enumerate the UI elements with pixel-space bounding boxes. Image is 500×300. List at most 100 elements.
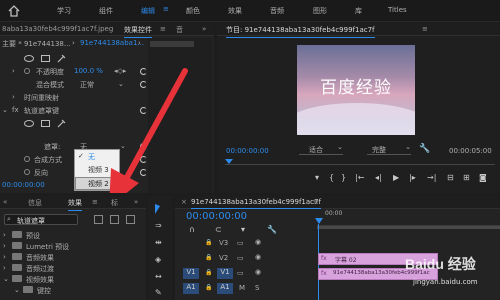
playhead-icon[interactable] xyxy=(315,218,323,224)
sync-lock-icon[interactable]: ▭ xyxy=(237,239,244,247)
close-icon[interactable]: × xyxy=(181,198,187,206)
timeline-ruler[interactable] xyxy=(317,218,500,226)
eye-icon[interactable]: ◉ xyxy=(255,253,261,261)
program-scrub-bar[interactable] xyxy=(225,159,495,165)
mute-icon[interactable]: M xyxy=(239,284,245,292)
wrench-icon[interactable]: 🔧 xyxy=(267,225,277,234)
workspace-tab-learn[interactable]: 学习 xyxy=(57,6,71,16)
stopwatch-icon[interactable] xyxy=(24,68,30,74)
dropdown-arrow-icon[interactable]: › xyxy=(72,39,75,47)
track-name[interactable]: A1 xyxy=(217,283,233,294)
tab-info[interactable]: 信息 xyxy=(28,198,42,208)
snap-icon[interactable]: ∩ xyxy=(189,225,195,234)
lock-icon[interactable]: 🔒 xyxy=(205,254,212,261)
tab-effects[interactable]: 效果 xyxy=(68,198,82,211)
panel-menu-icon[interactable]: ≡ xyxy=(160,25,166,33)
collapse-arrow-icon[interactable]: ⌄ xyxy=(2,106,8,114)
sequence-clip-label[interactable]: 91e744138aba1... xyxy=(80,39,144,47)
pen-mask-icon[interactable] xyxy=(57,54,66,63)
rect-mask-icon[interactable] xyxy=(41,55,50,62)
mark-out-icon[interactable]: } xyxy=(341,173,346,182)
effects-search-box[interactable]: ⌕ 轨道遮罩 xyxy=(4,214,78,225)
workspace-tab-editing[interactable]: 编辑 xyxy=(141,6,155,16)
mark-in-icon[interactable]: { xyxy=(329,173,334,182)
tree-item-audio-transitions[interactable]: › 音频过渡 xyxy=(0,263,146,274)
stopwatch-icon[interactable] xyxy=(24,156,30,162)
track-name[interactable]: V2 xyxy=(219,254,228,262)
razor-tool-icon[interactable]: ◈ xyxy=(155,255,161,264)
program-timecode-right[interactable]: 00:00:05:00 xyxy=(449,147,492,155)
track-name[interactable]: V1 xyxy=(217,268,233,279)
linked-select-icon[interactable]: ⊂ xyxy=(215,225,222,234)
sync-lock-icon[interactable]: ▭ xyxy=(237,254,244,262)
tree-item-audio-effects[interactable]: › 音频效果 xyxy=(0,252,146,263)
ripple-edit-tool-icon[interactable]: ⇹ xyxy=(155,238,162,247)
32bit-filter-icon[interactable] xyxy=(110,215,119,224)
timeline-timecode[interactable]: 00:00:00:00 xyxy=(186,211,247,222)
expand-arrow-icon[interactable]: › xyxy=(12,67,15,75)
tree-item-keying[interactable]: ⌄ 键控 xyxy=(0,285,146,296)
timeline-sequence-title[interactable]: 91e744138aba13a30feb4c999f1ac7f xyxy=(191,198,321,209)
clip-menu-icon[interactable]: › xyxy=(138,39,141,47)
go-to-in-icon[interactable]: |← xyxy=(355,173,364,182)
panel-menu-icon[interactable]: ≡ xyxy=(92,198,98,206)
selection-tool-icon[interactable] xyxy=(155,204,160,214)
play-icon[interactable]: ▶ xyxy=(393,173,399,182)
track-select-tool-icon[interactable]: ⇒ xyxy=(155,221,162,230)
lock-icon[interactable]: 🔒 xyxy=(205,269,212,276)
expand-arrow-icon[interactable]: › xyxy=(12,93,15,101)
accelerated-filter-icon[interactable] xyxy=(94,215,103,224)
settings-wrench-icon[interactable]: 🔧 xyxy=(419,144,430,154)
lock-icon[interactable]: 🔒 xyxy=(205,284,212,291)
panel-overflow-icon[interactable]: « xyxy=(3,198,7,206)
export-frame-icon[interactable]: ◙ xyxy=(479,173,487,182)
source-patch-a1[interactable]: A1 xyxy=(183,283,199,294)
ellipse-mask-icon[interactable] xyxy=(24,120,34,127)
tab-markers[interactable]: 标 xyxy=(111,198,118,208)
source-file-label[interactable]: 8aba13a30feb4c999f1ac7f.jpeg xyxy=(2,25,113,33)
add-marker-icon[interactable]: ▾ xyxy=(241,225,245,234)
panel-overflow-icon[interactable]: » xyxy=(202,25,206,33)
tab-audio-mixer[interactable]: 音 xyxy=(176,25,183,35)
ellipse-mask-icon[interactable] xyxy=(24,55,34,62)
source-patch-v1[interactable]: V1 xyxy=(183,268,199,279)
stopwatch-icon[interactable] xyxy=(24,169,30,175)
workspace-tab-effects[interactable]: 效果 xyxy=(228,6,242,16)
rect-mask-icon[interactable] xyxy=(41,120,50,127)
panel-menu-icon[interactable]: ≡ xyxy=(313,198,319,206)
yuv-filter-icon[interactable] xyxy=(126,215,135,224)
track-name[interactable]: V3 xyxy=(219,239,228,247)
blend-mode-select[interactable]: 正常 xyxy=(80,80,94,90)
panel-menu-icon[interactable]: ≡ xyxy=(422,25,428,33)
insert-icon[interactable]: ⊟ xyxy=(447,173,454,182)
fit-select[interactable]: 适合 ⌄ xyxy=(299,143,343,155)
workspace-tab-audio[interactable]: 音频 xyxy=(270,6,284,16)
pen-mask-icon[interactable] xyxy=(57,119,66,128)
eye-icon[interactable]: ◉ xyxy=(255,268,261,276)
work-area-bar[interactable] xyxy=(317,226,500,229)
step-forward-icon[interactable]: |▸ xyxy=(409,173,416,182)
effect-controls-timecode[interactable]: 00:00:00:00 xyxy=(2,181,45,189)
solo-icon[interactable]: S xyxy=(255,284,259,292)
quality-select[interactable]: 完整 ⌄ xyxy=(367,143,411,155)
workspace-tab-libraries[interactable]: 库 xyxy=(355,6,362,16)
slip-tool-icon[interactable]: ↔ xyxy=(155,272,162,281)
overwrite-icon[interactable]: ⊞ xyxy=(463,173,470,182)
workspace-tab-assembly[interactable]: 组件 xyxy=(99,6,113,16)
marker-icon[interactable]: ▾ xyxy=(315,173,319,182)
playhead-icon[interactable] xyxy=(225,159,233,164)
pen-tool-icon[interactable]: ✎ xyxy=(155,288,162,297)
tree-item-presets[interactable]: › 预设 xyxy=(0,230,146,241)
go-to-out-icon[interactable]: →| xyxy=(427,173,436,182)
master-clip-label[interactable]: 主要 * 91e744138... xyxy=(2,39,71,49)
sync-lock-icon[interactable]: ▭ xyxy=(237,269,244,277)
tree-item-lumetri-presets[interactable]: › Lumetri 预设 xyxy=(0,241,146,252)
tab-effect-controls[interactable]: 效果控件 xyxy=(124,25,152,38)
workspace-tab-graphics[interactable]: 图形 xyxy=(313,6,327,16)
tree-item-video-effects[interactable]: ⌄ 视频效果 xyxy=(0,274,146,285)
home-icon[interactable] xyxy=(7,4,21,17)
eye-icon[interactable]: ◉ xyxy=(255,238,261,246)
program-monitor-title[interactable]: 节目: 91e744138aba13a30feb4c999f1ac7f xyxy=(226,25,375,38)
workspace-tab-titles[interactable]: Titles xyxy=(388,6,407,14)
step-back-icon[interactable]: ◂| xyxy=(375,173,382,182)
